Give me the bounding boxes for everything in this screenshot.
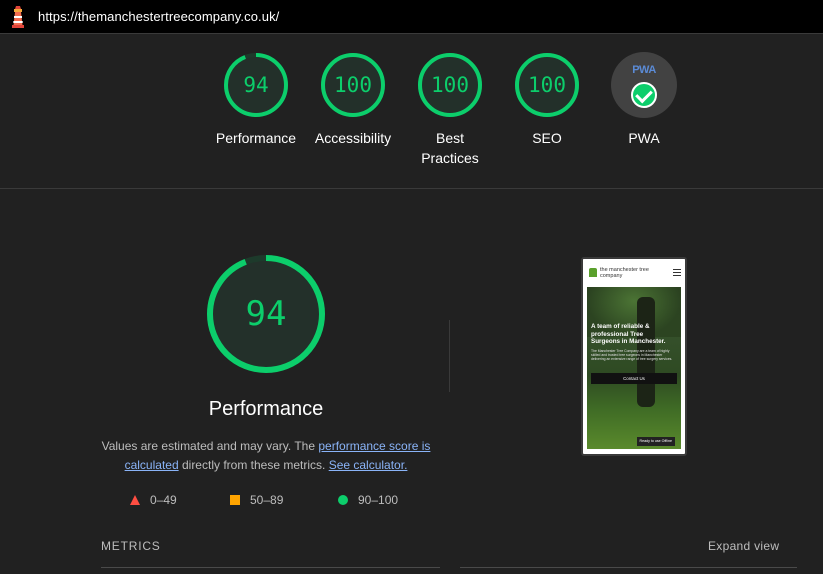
metrics-rule-left xyxy=(101,567,440,568)
metrics-heading: METRICS xyxy=(101,539,161,553)
desc-text: directly from these metrics. xyxy=(178,458,329,472)
category-gauges: 94 Performance 100 Accessibility 100 Bes… xyxy=(0,52,823,182)
legend-range: 50–89 xyxy=(250,493,284,507)
gauge-score: 100 xyxy=(528,73,566,97)
gauge-pwa[interactable]: PWA PWA xyxy=(599,52,689,148)
vertical-divider xyxy=(449,320,450,392)
screenshot-contact-button: Contact Us xyxy=(591,373,677,384)
metrics-rule-right xyxy=(460,567,797,568)
gauge-label: SEO xyxy=(532,130,562,146)
gauge-seo[interactable]: 100 SEO xyxy=(502,52,592,148)
screenshot-body: The Manchester Tree Company are a team o… xyxy=(591,349,673,362)
square-icon xyxy=(230,495,240,505)
gauge-best-practices[interactable]: 100 Best Practices xyxy=(405,52,495,168)
page-screenshot-thumbnail[interactable]: the manchester tree company A team of re… xyxy=(581,257,687,456)
gauge-label: Best Practices xyxy=(421,130,479,166)
gauge-performance[interactable]: 94 Performance xyxy=(211,52,301,148)
lighthouse-icon xyxy=(10,5,26,28)
circle-icon xyxy=(338,495,348,505)
gauge-score: 94 xyxy=(243,73,269,97)
gauge-score: 100 xyxy=(334,73,372,97)
legend-average: 50–89 xyxy=(230,493,283,507)
pwa-logo-text: PWA xyxy=(632,64,656,76)
report-url[interactable]: https://themanchestertreecompany.co.uk/ xyxy=(38,9,279,24)
gauge-accessibility[interactable]: 100 Accessibility xyxy=(308,52,398,148)
performance-main-gauge: 94 xyxy=(205,253,327,375)
see-calculator-link[interactable]: See calculator. xyxy=(329,458,408,472)
tree-logo-icon xyxy=(589,268,597,277)
screenshot-brand: the manchester tree company xyxy=(600,267,649,279)
gauge-score: 100 xyxy=(431,73,469,97)
gauge-label: Performance xyxy=(215,130,297,146)
section-divider xyxy=(0,188,823,189)
gauge-label: Accessibility xyxy=(314,130,392,146)
legend-fail: 0–49 xyxy=(130,493,177,507)
report-url-bar: https://themanchestertreecompany.co.uk/ xyxy=(0,0,823,34)
performance-description: Values are estimated and may vary. The p… xyxy=(100,437,432,475)
screenshot-header: the manchester tree company xyxy=(583,259,685,289)
screenshot-heading: A team of reliable & professional Tree S… xyxy=(591,323,666,345)
pwa-badge: PWA xyxy=(611,52,677,118)
expand-view-toggle[interactable]: Expand view xyxy=(708,539,779,553)
score-legend: 0–49 50–89 90–100 xyxy=(130,493,430,509)
legend-range: 90–100 xyxy=(358,493,399,507)
pwa-check-icon xyxy=(631,82,657,108)
performance-title: Performance xyxy=(208,398,324,420)
legend-pass: 90–100 xyxy=(338,493,398,507)
legend-range: 0–49 xyxy=(150,493,177,507)
gauge-label: PWA xyxy=(628,130,660,146)
screenshot-hero-image: A team of reliable & professional Tree S… xyxy=(587,287,681,449)
screenshot-offline-badge: Ready to use Offline xyxy=(636,437,675,446)
performance-main-score: 94 xyxy=(245,294,287,334)
hamburger-menu-icon xyxy=(673,269,681,276)
desc-text: Values are estimated and may vary. The xyxy=(101,439,319,453)
triangle-icon xyxy=(130,495,140,505)
